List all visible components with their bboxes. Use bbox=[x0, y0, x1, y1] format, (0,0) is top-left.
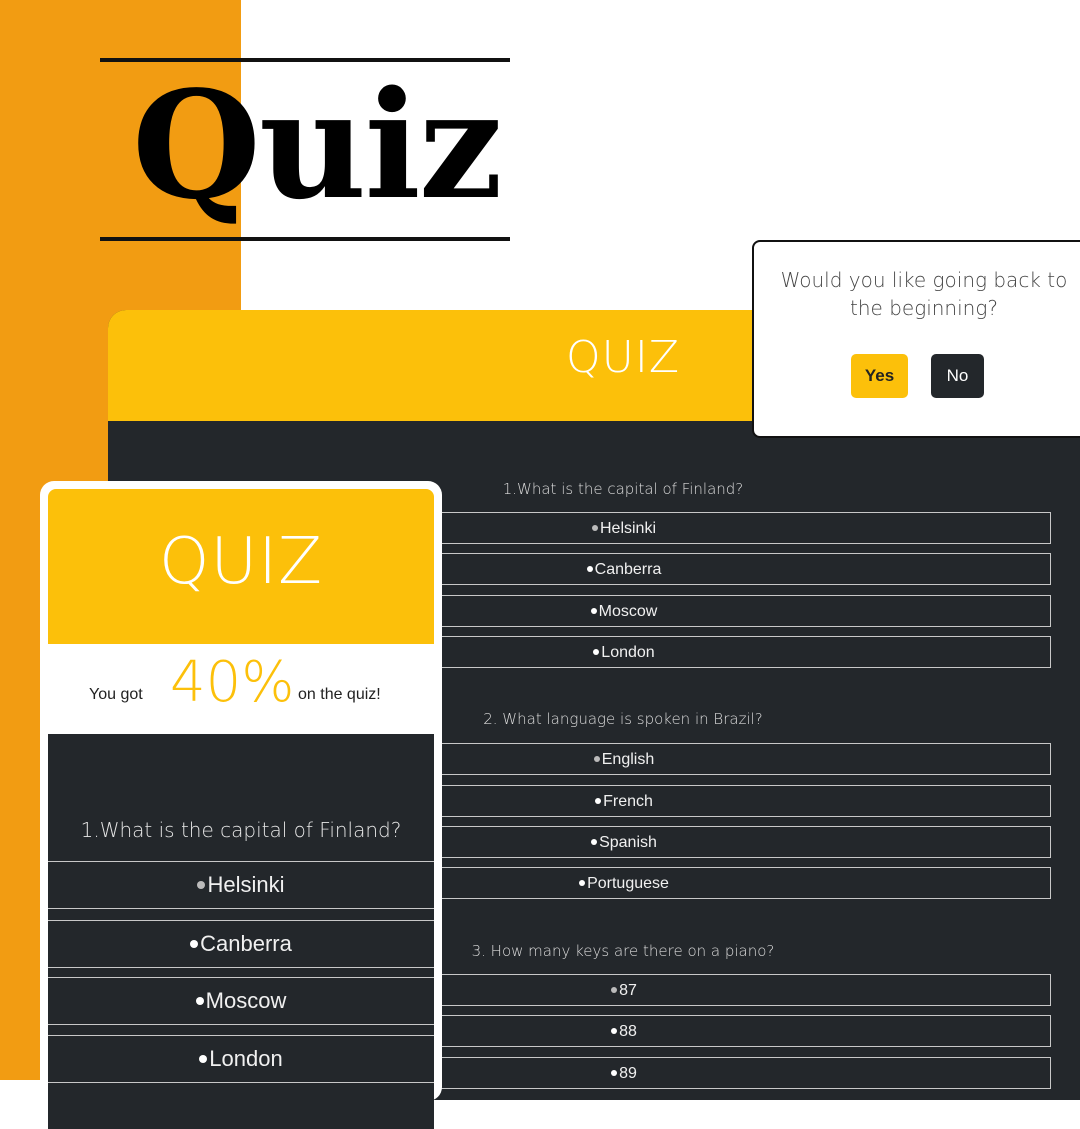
yes-button[interactable]: Yes bbox=[851, 354, 908, 398]
option-label: Helsinki bbox=[599, 520, 656, 537]
result-body: 1.What is the capital of Finland? Helsin… bbox=[48, 734, 434, 1129]
radio-icon bbox=[611, 1027, 618, 1034]
option-label: French bbox=[603, 793, 653, 810]
dialog-message: Would you like going back to the beginni… bbox=[780, 268, 1068, 320]
radio-icon bbox=[593, 755, 600, 762]
option-label: London bbox=[601, 644, 655, 661]
option-label: Spanish bbox=[599, 834, 657, 851]
radio-icon bbox=[611, 986, 618, 993]
radio-icon bbox=[190, 940, 199, 949]
option-label: Canberra bbox=[594, 561, 662, 578]
radio-icon bbox=[590, 607, 597, 614]
result-question-text: 1.What is the capital of Finland? bbox=[80, 818, 402, 842]
result-option[interactable]: Moscow bbox=[48, 977, 434, 1025]
score-row: You got 40% on the quiz! bbox=[48, 644, 434, 734]
radio-icon bbox=[595, 797, 602, 804]
score-suffix: on the quiz! bbox=[298, 686, 381, 703]
result-header: QUIZ bbox=[48, 489, 434, 644]
result-header-title: QUIZ bbox=[159, 525, 323, 599]
option-label: Helsinki bbox=[207, 872, 285, 897]
brand-title-block: Quiz bbox=[100, 58, 510, 243]
option-label: 87 bbox=[619, 982, 637, 999]
result-option[interactable]: London bbox=[48, 1035, 434, 1083]
radio-icon bbox=[195, 997, 204, 1006]
radio-icon bbox=[586, 565, 593, 572]
option-label: Canberra bbox=[200, 931, 292, 956]
radio-icon bbox=[579, 879, 586, 886]
result-option[interactable]: Canberra bbox=[48, 920, 434, 968]
radio-icon bbox=[199, 1055, 208, 1064]
score-value: 40% bbox=[170, 650, 295, 715]
option-label: Portuguese bbox=[587, 875, 669, 892]
option-label: 88 bbox=[619, 1023, 637, 1040]
option-label: English bbox=[601, 751, 655, 768]
result-card: QUIZ You got 40% on the quiz! 1.What is … bbox=[40, 481, 442, 1129]
title-rule-bottom bbox=[100, 237, 510, 241]
radio-icon bbox=[591, 524, 598, 531]
no-button[interactable]: No bbox=[931, 354, 984, 398]
option-label: Moscow bbox=[598, 603, 658, 620]
option-label: Moscow bbox=[205, 988, 287, 1013]
confirm-dialog: Would you like going back to the beginni… bbox=[752, 240, 1080, 438]
radio-icon bbox=[611, 1069, 618, 1076]
brand-title: Quiz bbox=[132, 58, 503, 232]
radio-icon bbox=[197, 881, 206, 890]
radio-icon bbox=[593, 648, 600, 655]
score-prefix: You got bbox=[89, 686, 143, 703]
radio-icon bbox=[591, 838, 598, 845]
option-label: London bbox=[209, 1046, 283, 1071]
option-label: 89 bbox=[619, 1065, 637, 1082]
result-option[interactable]: Helsinki bbox=[48, 861, 434, 909]
